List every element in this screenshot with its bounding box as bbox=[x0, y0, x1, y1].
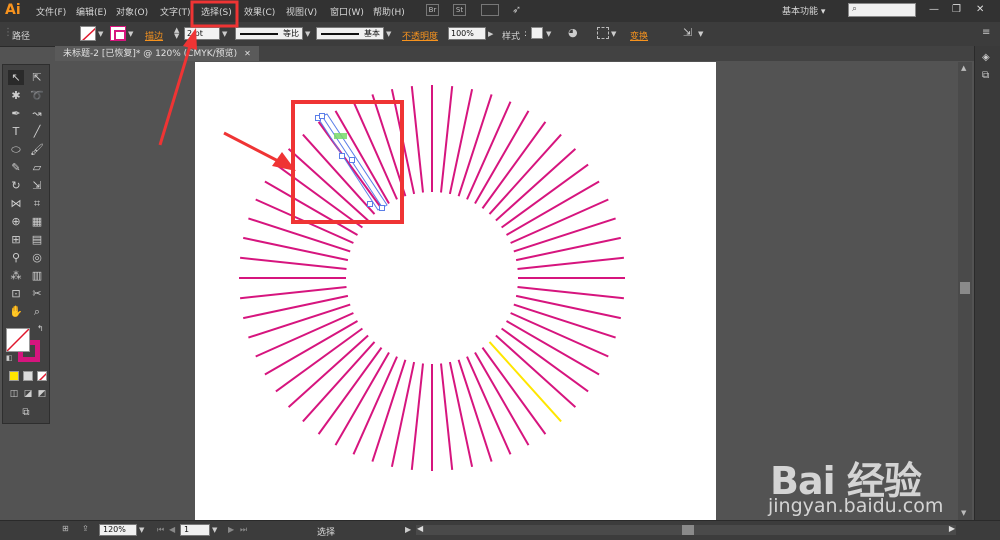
last-artboard-icon[interactable]: ⏭ bbox=[240, 525, 247, 535]
ray-line[interactable] bbox=[239, 286, 347, 300]
ray-line[interactable] bbox=[495, 334, 577, 408]
vertical-scrollbar[interactable]: ▲ ▼ bbox=[958, 62, 972, 520]
radial-lines-group[interactable] bbox=[239, 85, 625, 471]
ray-line[interactable] bbox=[302, 133, 376, 215]
selection-handle[interactable] bbox=[367, 201, 373, 207]
ray-line[interactable] bbox=[410, 363, 424, 471]
annotation-arrow-to-selection bbox=[223, 131, 296, 171]
scroll-up-icon[interactable]: ▲ bbox=[961, 64, 966, 72]
ray-line[interactable] bbox=[515, 294, 622, 320]
previous-artboard-icon[interactable]: ◀ bbox=[169, 525, 175, 534]
status-options-icon[interactable]: ⊞ bbox=[62, 524, 69, 533]
watermark-url: jingyan.baidu.com bbox=[768, 495, 944, 517]
ray-line[interactable] bbox=[515, 236, 622, 262]
right-panel-dock: ◈ ⧉ bbox=[974, 46, 1000, 520]
ray-line[interactable] bbox=[440, 363, 454, 471]
center-point-marker bbox=[334, 133, 347, 139]
ray-line[interactable] bbox=[517, 256, 625, 270]
scroll-right-icon[interactable]: ▶ bbox=[949, 524, 955, 533]
fill-swatch[interactable] bbox=[6, 328, 30, 352]
ray-line[interactable] bbox=[448, 88, 474, 195]
selection-bounding-box[interactable] bbox=[315, 113, 388, 211]
status-bar: ⊞ ⇪ 120% ▼ ⏮ ◀ 1 ▼ ▶ ⏭ 选择 ▶ ◀ ▶ bbox=[0, 520, 1000, 540]
next-artboard-icon[interactable]: ▶ bbox=[228, 525, 234, 534]
selection-handle[interactable] bbox=[319, 113, 325, 119]
export-icon[interactable]: ⇪ bbox=[82, 524, 89, 533]
ray-line[interactable] bbox=[242, 294, 349, 320]
scroll-left-icon[interactable]: ◀ bbox=[417, 524, 423, 533]
ray-line[interactable] bbox=[239, 256, 347, 270]
vertical-scroll-thumb[interactable] bbox=[960, 282, 970, 294]
ray-line[interactable] bbox=[242, 236, 349, 262]
ray-line[interactable] bbox=[390, 361, 416, 468]
selection-handle[interactable] bbox=[349, 157, 355, 163]
ray-line[interactable] bbox=[448, 361, 474, 468]
annotation-menu-highlight bbox=[190, 0, 239, 28]
artboards-icon[interactable]: ⧉ bbox=[982, 70, 989, 81]
ray-line[interactable] bbox=[287, 148, 369, 222]
layers-icon[interactable]: ◈ bbox=[982, 52, 990, 63]
selection-handle[interactable] bbox=[339, 153, 345, 159]
horizontal-scrollbar[interactable]: ◀ ▶ bbox=[416, 524, 956, 535]
ray-line[interactable] bbox=[495, 148, 577, 222]
status-menu-icon[interactable]: ▶ bbox=[405, 525, 411, 534]
artboard-number-field[interactable]: 1 bbox=[180, 524, 210, 536]
horizontal-scroll-thumb[interactable] bbox=[682, 525, 694, 535]
ray-line[interactable] bbox=[517, 286, 625, 300]
current-tool-label: 选择 bbox=[317, 528, 336, 538]
annotation-arrow-to-menu bbox=[158, 28, 197, 146]
ray-line[interactable] bbox=[287, 334, 369, 408]
ray-line[interactable] bbox=[302, 341, 376, 423]
zoom-field[interactable]: 120% bbox=[99, 524, 137, 536]
chevron-down-icon[interactable]: ▼ bbox=[139, 526, 144, 534]
ray-line[interactable] bbox=[410, 85, 424, 193]
selection-handle[interactable] bbox=[379, 205, 385, 211]
highlighted-ray-line[interactable] bbox=[488, 341, 562, 423]
ray-line[interactable] bbox=[440, 85, 454, 193]
first-artboard-icon[interactable]: ⏮ bbox=[157, 525, 164, 535]
ray-line[interactable] bbox=[488, 133, 562, 215]
chevron-down-icon[interactable]: ▼ bbox=[212, 526, 217, 534]
scroll-down-icon[interactable]: ▼ bbox=[961, 509, 966, 517]
